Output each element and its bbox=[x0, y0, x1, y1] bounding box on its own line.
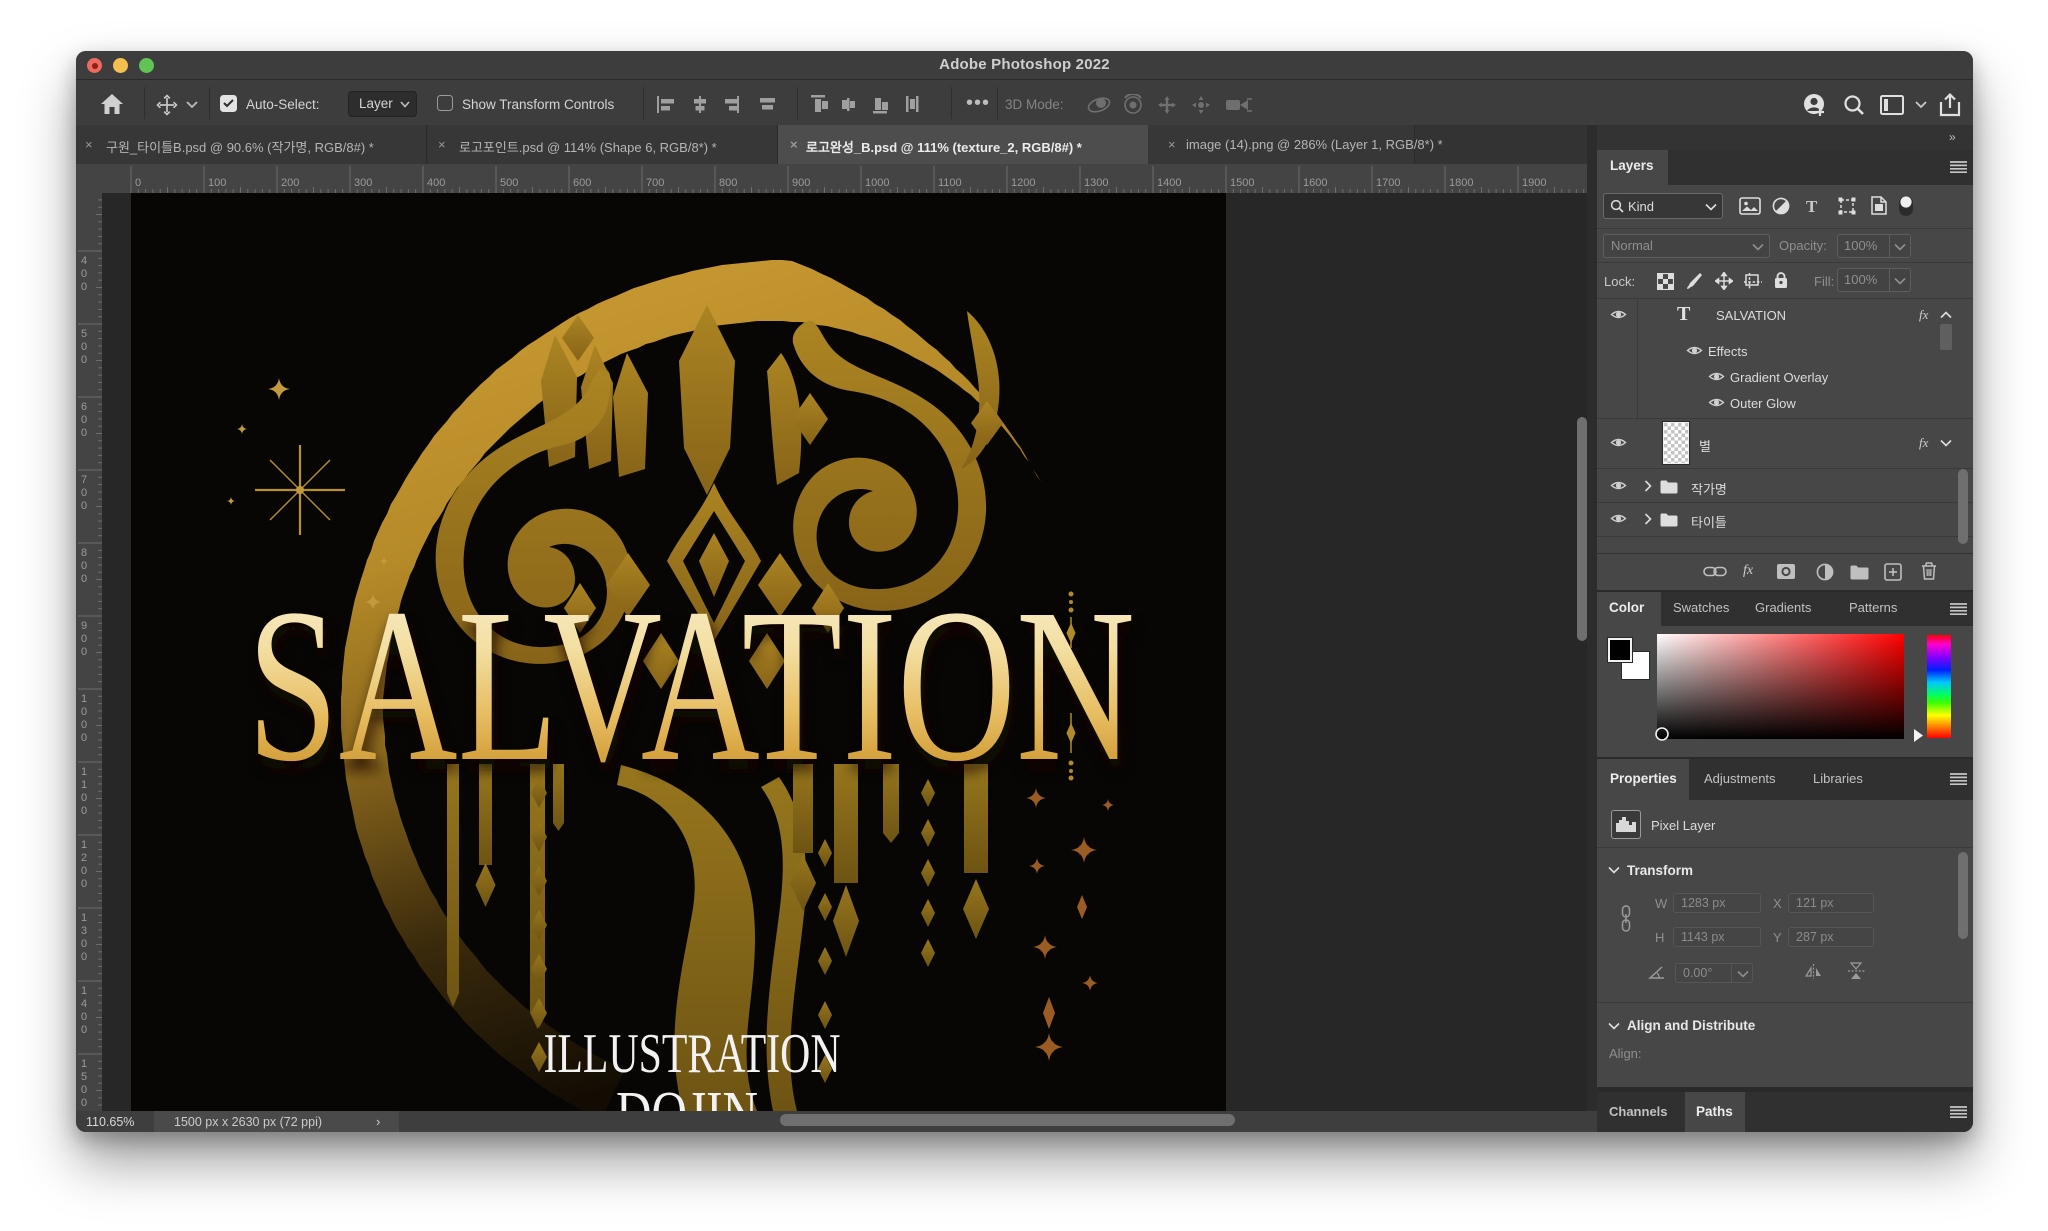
svg-text:1: 1 bbox=[81, 839, 87, 851]
svg-text:700: 700 bbox=[646, 177, 664, 189]
svg-text:1100: 1100 bbox=[938, 177, 962, 189]
svg-text:DOJIN: DOJIN bbox=[616, 1080, 758, 1111]
svg-text:ILLUSTRATION: ILLUSTRATION bbox=[544, 1023, 841, 1085]
svg-text:1900: 1900 bbox=[1522, 177, 1546, 189]
svg-text:3: 3 bbox=[81, 925, 87, 937]
svg-text:4: 4 bbox=[81, 998, 87, 1010]
svg-text:1200: 1200 bbox=[1011, 177, 1035, 189]
svg-text:0: 0 bbox=[81, 487, 87, 499]
svg-text:0: 0 bbox=[81, 354, 87, 366]
svg-text:7: 7 bbox=[81, 474, 87, 486]
svg-text:0: 0 bbox=[81, 414, 87, 426]
svg-text:0: 0 bbox=[81, 268, 87, 280]
svg-text:0: 0 bbox=[81, 805, 87, 817]
svg-text:1: 1 bbox=[81, 693, 87, 705]
svg-text:600: 600 bbox=[573, 177, 591, 189]
svg-text:1: 1 bbox=[81, 1058, 87, 1070]
svg-text:0: 0 bbox=[81, 646, 87, 658]
svg-text:2: 2 bbox=[81, 852, 87, 864]
svg-text:6: 6 bbox=[81, 401, 87, 413]
svg-text:0: 0 bbox=[81, 865, 87, 877]
svg-text:SALVATION: SALVATION bbox=[247, 563, 1135, 807]
svg-text:1400: 1400 bbox=[1157, 177, 1181, 189]
svg-text:500: 500 bbox=[500, 177, 518, 189]
svg-text:1700: 1700 bbox=[1376, 177, 1400, 189]
svg-text:0: 0 bbox=[81, 732, 87, 744]
svg-text:1: 1 bbox=[81, 985, 87, 997]
svg-text:0: 0 bbox=[81, 706, 87, 718]
svg-text:0: 0 bbox=[81, 633, 87, 645]
svg-text:0: 0 bbox=[81, 1011, 87, 1023]
svg-text:0: 0 bbox=[81, 573, 87, 585]
svg-text:0: 0 bbox=[135, 177, 141, 189]
svg-text:0: 0 bbox=[81, 719, 87, 731]
svg-text:0: 0 bbox=[81, 1097, 87, 1109]
svg-text:1: 1 bbox=[81, 766, 87, 778]
svg-text:0: 0 bbox=[81, 951, 87, 963]
svg-text:200: 200 bbox=[281, 177, 299, 189]
svg-text:0: 0 bbox=[81, 341, 87, 353]
svg-text:4: 4 bbox=[81, 255, 87, 267]
svg-text:5: 5 bbox=[81, 328, 87, 340]
svg-text:0: 0 bbox=[81, 281, 87, 293]
svg-text:5: 5 bbox=[81, 1071, 87, 1083]
svg-text:0: 0 bbox=[81, 878, 87, 890]
svg-text:9: 9 bbox=[81, 620, 87, 632]
svg-text:800: 800 bbox=[719, 177, 737, 189]
svg-text:0: 0 bbox=[81, 560, 87, 572]
svg-text:0: 0 bbox=[81, 1024, 87, 1036]
svg-text:0: 0 bbox=[81, 500, 87, 512]
svg-text:1300: 1300 bbox=[1084, 177, 1108, 189]
svg-text:8: 8 bbox=[81, 547, 87, 559]
svg-text:0: 0 bbox=[81, 427, 87, 439]
svg-text:1000: 1000 bbox=[865, 177, 889, 189]
svg-text:0: 0 bbox=[81, 938, 87, 950]
svg-text:0: 0 bbox=[81, 792, 87, 804]
svg-text:1500: 1500 bbox=[1230, 177, 1254, 189]
svg-text:100: 100 bbox=[208, 177, 226, 189]
svg-text:1: 1 bbox=[81, 912, 87, 924]
svg-text:0: 0 bbox=[81, 1084, 87, 1096]
svg-text:1800: 1800 bbox=[1449, 177, 1473, 189]
svg-text:300: 300 bbox=[354, 177, 372, 189]
svg-text:1: 1 bbox=[81, 779, 87, 791]
svg-text:1600: 1600 bbox=[1303, 177, 1327, 189]
svg-text:400: 400 bbox=[427, 177, 445, 189]
svg-text:900: 900 bbox=[792, 177, 810, 189]
